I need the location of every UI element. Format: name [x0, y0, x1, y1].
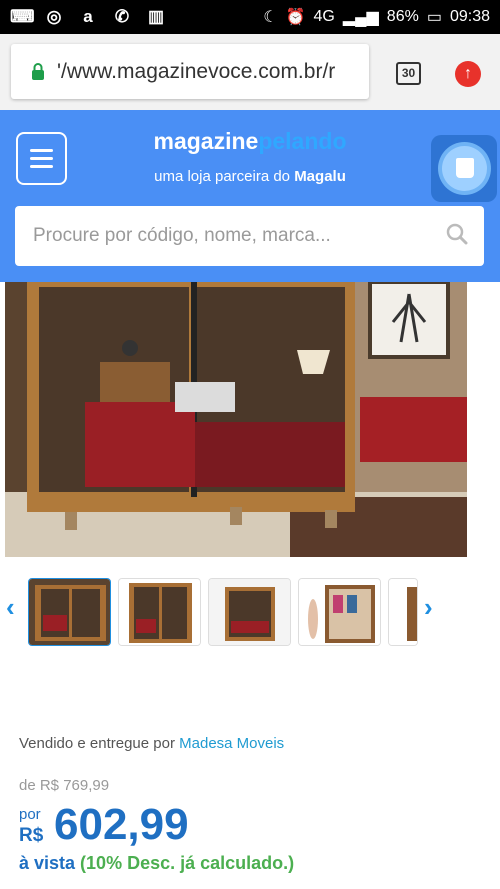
cart-button[interactable]: [431, 135, 497, 202]
payment-prefix: à vista: [19, 853, 81, 873]
wardrobe-bedroom-photo: [5, 282, 467, 557]
wardrobe-room-thumb[interactable]: [208, 578, 291, 646]
brand-accent: pelando: [258, 128, 347, 154]
product-image[interactable]: [5, 282, 467, 557]
keyboard-icon: ⌨: [10, 7, 35, 26]
book-icon: ▥: [147, 7, 165, 26]
alarm-icon: ⏰: [285, 9, 306, 26]
thumbnail-carousel: ‹ ›: [0, 572, 500, 650]
search-input[interactable]: Procure por código, nome, marca...: [33, 225, 331, 247]
wardrobe-mirror-thumb[interactable]: [118, 578, 201, 646]
product-price: 602,99: [54, 800, 189, 849]
brand-logo[interactable]: magazinepelando: [0, 128, 500, 155]
payment-info: à vista (10% Desc. já calculado.): [19, 853, 294, 874]
search-box[interactable]: Procure por código, nome, marca...: [15, 206, 484, 266]
old-price: de R$ 769,99: [19, 777, 110, 794]
tagline: uma loja parceira do Magalu: [0, 168, 500, 185]
address-bar[interactable]: '/www.magazinevoce.com.br/r: [11, 44, 369, 99]
missed-call-icon: ✆: [114, 7, 130, 26]
status-bar: ⌨ ◎ a ✆ ▥ ☾ ⏰ 4G ▂▄▆ 86% ▭ 09:38: [0, 0, 500, 34]
url-text: '/www.magazinevoce.com.br/r: [57, 59, 336, 83]
currency-label: R$: [19, 825, 44, 846]
seller-link[interactable]: Madesa Moveis: [179, 735, 284, 752]
clock: 09:38: [449, 8, 490, 25]
por-label: por: [19, 806, 41, 823]
upload-icon[interactable]: ↑: [455, 61, 481, 87]
chevron-left-icon[interactable]: ‹: [6, 594, 15, 620]
site-header: magazinepelando uma loja parceira do Mag…: [0, 110, 500, 282]
seller-info: Vendido e entregue por Madesa Moveis: [19, 735, 284, 752]
amazon-icon: a: [83, 7, 93, 26]
seller-prefix: Vendido e entregue por: [19, 735, 180, 752]
tagline-brand: Magalu: [294, 168, 346, 185]
wardrobe-closed-thumb[interactable]: [28, 578, 111, 646]
payment-discount: (10% Desc. já calculado.): [80, 853, 295, 873]
lock-icon: [32, 63, 44, 80]
tagline-prefix: uma loja parceira do: [154, 168, 295, 185]
brand-main: magazine: [153, 128, 259, 154]
battery-icon: ▭: [426, 9, 442, 26]
browser-toolbar: '/www.magazinevoce.com.br/r 30 ↑: [0, 34, 500, 110]
instagram-icon: ◎: [46, 7, 62, 26]
wardrobe-partial-thumb[interactable]: [388, 578, 418, 646]
signal-icon: ▂▄▆: [342, 9, 379, 26]
wardrobe-open-thumb[interactable]: [298, 578, 381, 646]
moon-icon: ☾: [263, 9, 278, 26]
tabs-button[interactable]: 30: [396, 62, 421, 85]
battery-level: 86%: [386, 8, 419, 25]
chevron-right-icon[interactable]: ›: [424, 594, 433, 620]
search-icon[interactable]: [446, 223, 468, 245]
bag-icon: [442, 146, 487, 191]
network-type: 4G: [313, 8, 335, 25]
